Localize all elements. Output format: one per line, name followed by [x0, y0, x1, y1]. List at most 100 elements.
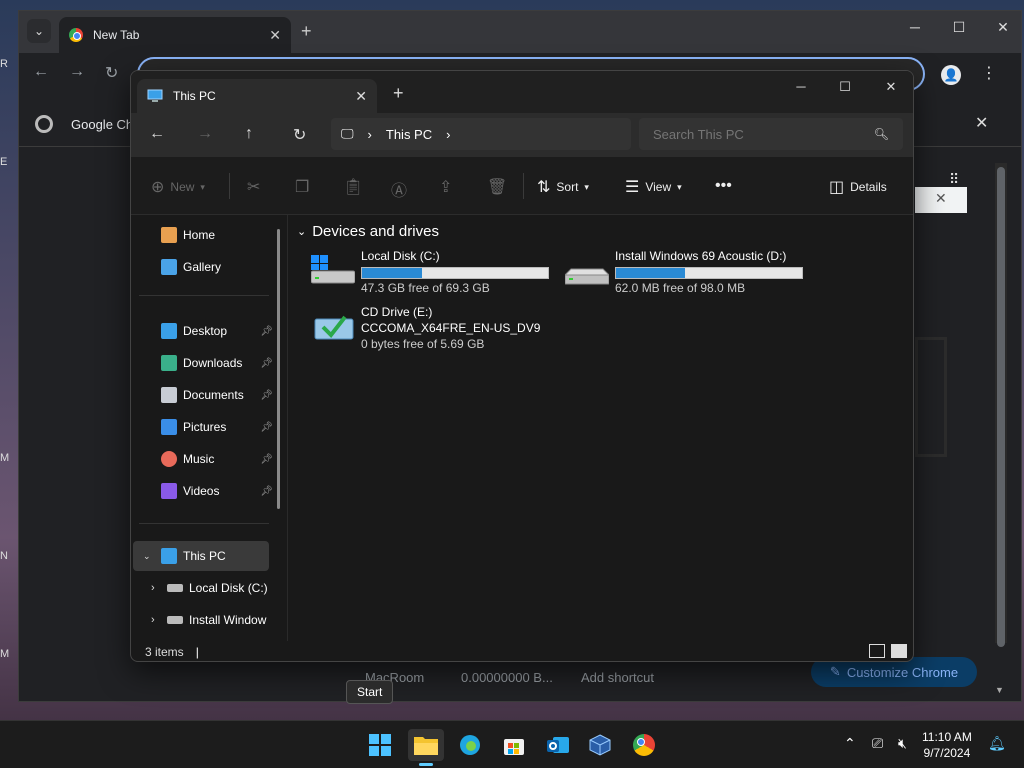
sidebar-item-local-disk[interactable]: › Local Disk (C:): [151, 576, 271, 600]
drive-item-c[interactable]: Local Disk (C:) 47.3 GB free of 69.3 GB: [311, 249, 551, 299]
chrome-favicon-icon: [69, 28, 83, 42]
share-button[interactable]: ⇪: [439, 177, 452, 197]
large-icons-view-icon[interactable]: [891, 644, 907, 658]
forward-icon[interactable]: →: [197, 125, 213, 143]
tab-search-button[interactable]: ⌄: [27, 19, 51, 43]
show-hidden-icons-icon[interactable]: ⌃: [844, 735, 856, 752]
sidebar-item-label: Downloads: [183, 356, 243, 370]
explorer-tab-close-icon[interactable]: ✕: [355, 88, 367, 105]
search-box[interactable]: 🔍︎: [639, 118, 903, 150]
side-dialog-close-icon[interactable]: ✕: [935, 190, 947, 207]
back-icon[interactable]: ←: [149, 125, 165, 143]
chrome-infobar-close-icon[interactable]: ✕: [975, 113, 988, 133]
file-explorer-icon[interactable]: [408, 729, 444, 761]
sidebar-item-pictures[interactable]: Pictures 📌︎: [161, 415, 273, 439]
sort-button[interactable]: ⇅ Sort ▾: [537, 177, 589, 197]
rename-icon: Ⓐ: [391, 183, 408, 200]
sidebar-item-documents[interactable]: Documents 📌︎: [161, 383, 273, 407]
address-bar[interactable]: 🖵 › This PC ›: [331, 118, 631, 150]
chrome-back-icon[interactable]: ←: [33, 63, 49, 81]
desktop-edge-label: M: [0, 452, 10, 464]
refresh-icon[interactable]: ↻: [293, 125, 306, 145]
group-header[interactable]: ⌄ Devices and drives: [297, 223, 439, 240]
chrome-minimize-button[interactable]: ─: [895, 19, 935, 35]
sidebar-item-install-windows[interactable]: › Install Window: [151, 608, 271, 632]
sidebar-item-label: Local Disk (C:): [189, 581, 268, 595]
search-icon: 🔍︎: [873, 127, 889, 141]
copy-icon: ❐: [295, 179, 310, 196]
delete-button[interactable]: 🗑︎: [487, 177, 507, 197]
virtualbox-icon[interactable]: [582, 729, 618, 761]
explorer-new-tab-button[interactable]: +: [393, 83, 404, 104]
drive-name: CD Drive (E:): [361, 305, 433, 319]
desktop-folder-icon: [161, 323, 177, 339]
chrome-tab-close-icon[interactable]: ✕: [269, 27, 281, 44]
chrome-shortcut-label[interactable]: 0.00000000 B...: [461, 670, 553, 685]
drive-volume-label: CCCOMA_X64FRE_EN-US_DV9: [361, 321, 541, 335]
chrome-new-tab-button[interactable]: +: [301, 21, 312, 42]
sidebar-item-music[interactable]: Music 📌︎: [161, 447, 273, 471]
chrome-reload-icon[interactable]: ↻: [105, 63, 118, 83]
google-apps-icon[interactable]: ⠿: [949, 171, 959, 188]
add-shortcut-label[interactable]: Add shortcut: [581, 670, 654, 685]
view-button[interactable]: ☰ View ▾: [625, 177, 682, 197]
edge-icon[interactable]: [452, 729, 488, 761]
status-bar: 3 items |: [131, 641, 913, 661]
paste-button[interactable]: 📋︎: [343, 177, 363, 197]
up-icon[interactable]: ↑: [245, 125, 253, 143]
explorer-minimize-button[interactable]: ─: [781, 79, 821, 94]
rename-button[interactable]: Ⓐ: [391, 177, 407, 201]
notifications-bell-icon[interactable]: 🔔︎: [988, 735, 1006, 752]
volume-muted-icon[interactable]: 🔇︎: [898, 735, 907, 752]
sidebar-item-home[interactable]: Home: [161, 223, 273, 247]
chrome-tab-bar: ⌄ New Tab ✕ + ─ ☐ ✕: [19, 11, 1021, 53]
chevron-right-icon[interactable]: ›: [368, 127, 372, 142]
chrome-menu-icon[interactable]: ⋮: [981, 63, 997, 83]
chrome-profile-icon[interactable]: 👤: [941, 65, 961, 85]
sidebar-item-videos[interactable]: Videos 📌︎: [161, 479, 273, 503]
drive-item-e[interactable]: CD Drive (E:) CCCOMA_X64FRE_EN-US_DV9 0 …: [311, 305, 551, 355]
explorer-maximize-button[interactable]: ☐: [825, 79, 865, 95]
system-clock[interactable]: 11:10 AM 9/7/2024: [922, 729, 972, 761]
videos-folder-icon: [161, 483, 177, 499]
network-icon[interactable]: ⎚: [872, 735, 883, 752]
drive-free-space: 0 bytes free of 5.69 GB: [361, 337, 485, 351]
sidebar-item-label: Music: [183, 452, 215, 466]
sidebar-item-downloads[interactable]: Downloads 📌︎: [161, 351, 273, 375]
chrome-scrollbar[interactable]: [995, 163, 1007, 647]
chevron-down-icon[interactable]: ⌄: [143, 551, 155, 562]
sidebar-scrollbar[interactable]: [277, 229, 280, 509]
details-view-icon[interactable]: [869, 644, 885, 658]
search-input[interactable]: [653, 126, 874, 142]
scroll-down-icon[interactable]: ▼: [995, 685, 1004, 695]
details-button[interactable]: ◫ Details: [829, 177, 887, 197]
new-button[interactable]: ⊕ New ▾: [151, 177, 205, 197]
explorer-tab-this-pc[interactable]: This PC ✕: [137, 79, 377, 113]
cut-button[interactable]: ✂: [247, 177, 260, 197]
outlook-icon[interactable]: [540, 729, 576, 761]
drive-item-d[interactable]: Install Windows 69 Acoustic (D:) 62.0 MB…: [565, 249, 805, 299]
more-options-button[interactable]: •••: [715, 177, 732, 195]
sidebar-item-this-pc[interactable]: ⌄ This PC: [143, 544, 269, 568]
sidebar-item-desktop[interactable]: Desktop 📌︎: [161, 319, 273, 343]
store-icon[interactable]: [496, 729, 532, 761]
drive-icon: [565, 268, 609, 285]
chrome-tab-new-tab[interactable]: New Tab ✕: [59, 17, 291, 53]
sidebar-item-gallery[interactable]: Gallery: [161, 255, 273, 279]
chrome-forward-icon[interactable]: →: [69, 63, 85, 81]
pin-icon: 📌︎: [260, 421, 273, 433]
chevron-right-icon[interactable]: ›: [151, 582, 161, 594]
address-segment[interactable]: This PC: [386, 127, 432, 142]
start-icon[interactable]: [362, 729, 398, 761]
desktop-edge-label: N: [0, 550, 8, 562]
chrome-close-button[interactable]: ✕: [983, 19, 1023, 36]
copy-button[interactable]: ❐: [295, 177, 309, 197]
command-bar: ⊕ New ▾ ✂ ❐ 📋︎ Ⓐ ⇪ 🗑︎ ⇅ Sort ▾ ☰ View ▾ …: [131, 157, 913, 215]
chevron-right-icon[interactable]: ›: [151, 614, 161, 626]
sidebar-item-label: Documents: [183, 388, 244, 402]
chrome-icon[interactable]: [626, 729, 662, 761]
chrome-maximize-button[interactable]: ☐: [939, 19, 979, 36]
clock-date: 9/7/2024: [923, 746, 971, 760]
explorer-close-button[interactable]: ✕: [871, 79, 911, 95]
chevron-right-icon[interactable]: ›: [446, 127, 450, 142]
